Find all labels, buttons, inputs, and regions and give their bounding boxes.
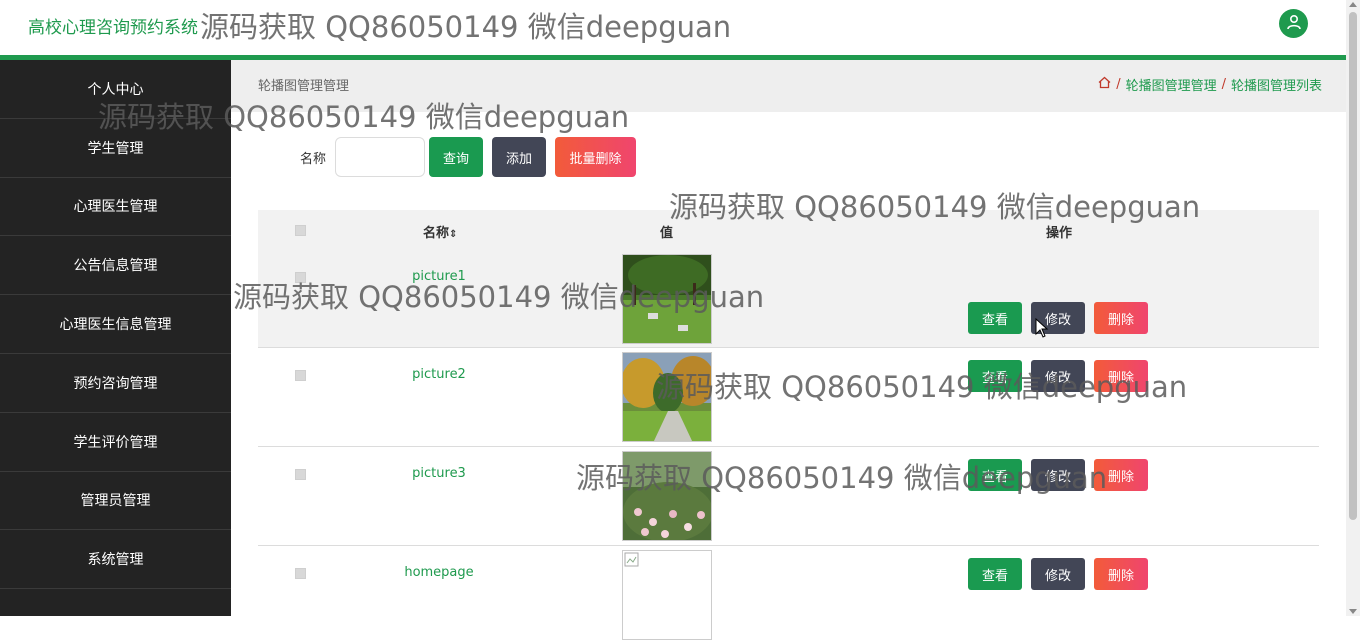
delete-button[interactable]: 删除	[1094, 360, 1148, 392]
sidebar-item-counselor-management[interactable]: 心理医生管理	[0, 178, 231, 237]
sidebar: 个人中心 学生管理 心理医生管理 公告信息管理 心理医生信息管理 预约咨询管理 …	[0, 60, 231, 616]
row-name: picture2	[412, 367, 466, 382]
view-button[interactable]: 查看	[968, 558, 1022, 590]
scroll-down-icon[interactable]	[1349, 609, 1357, 614]
sidebar-item-appointment-management[interactable]: 预约咨询管理	[0, 354, 231, 413]
sidebar-item-label: 系统管理	[87, 552, 144, 569]
sidebar-item-label: 预约咨询管理	[73, 375, 158, 392]
add-button[interactable]: 添加	[492, 137, 546, 177]
top-header: 高校心理咨询预约系统	[0, 0, 1346, 55]
breadcrumb-separator: /	[1116, 77, 1121, 92]
mouse-cursor-icon	[1035, 317, 1049, 342]
banner-table: 名称⇕ 值 操作 picture1 查看 修改 删除 picture2 查看 修…	[258, 210, 1319, 640]
edit-button[interactable]: 修改	[1031, 360, 1085, 392]
breadcrumb-current: 轮播图管理列表	[1230, 79, 1322, 94]
table-row: picture3 查看 修改 删除	[258, 447, 1319, 546]
broken-image-icon	[623, 552, 641, 573]
view-button[interactable]: 查看	[968, 459, 1022, 491]
batch-delete-button[interactable]: 批量删除	[555, 137, 636, 177]
sidebar-item-label: 心理医生管理	[73, 199, 158, 216]
table-row: homepage 查看 修改 删除	[258, 546, 1319, 640]
search-button[interactable]: 查询	[429, 137, 483, 177]
breadcrumb-separator: /	[1221, 77, 1226, 92]
column-header-name[interactable]: 名称⇕	[423, 222, 457, 241]
row-name: picture1	[412, 269, 466, 284]
page-title: 轮播图管理管理	[258, 79, 350, 94]
row-checkbox[interactable]	[295, 370, 306, 381]
breadcrumb-link-banner-management[interactable]: 轮播图管理管理	[1126, 75, 1217, 94]
sidebar-item-student-management[interactable]: 学生管理	[0, 119, 231, 178]
scrollbar-thumb[interactable]	[1349, 12, 1357, 520]
breadcrumb: / 轮播图管理管理 / 轮播图管理列表	[1098, 75, 1322, 94]
row-value-image[interactable]	[622, 352, 712, 442]
sidebar-item-counselor-info-management[interactable]: 心理医生信息管理	[0, 295, 231, 354]
delete-button[interactable]: 删除	[1094, 558, 1148, 590]
sidebar-item-admin-management[interactable]: 管理员管理	[0, 472, 231, 531]
sort-icon: ⇕	[449, 229, 458, 240]
edit-button[interactable]: 修改	[1031, 459, 1085, 491]
column-header-actions: 操作	[1046, 226, 1073, 241]
table-header: 名称⇕ 值 操作	[258, 210, 1319, 250]
search-name-input[interactable]	[335, 137, 425, 177]
delete-button[interactable]: 删除	[1094, 302, 1148, 334]
row-name: picture3	[412, 466, 466, 481]
view-button[interactable]: 查看	[968, 360, 1022, 392]
user-avatar[interactable]	[1279, 9, 1308, 38]
column-header-value: 值	[660, 226, 674, 241]
sidebar-item-label: 公告信息管理	[73, 258, 158, 275]
delete-button[interactable]: 删除	[1094, 459, 1148, 491]
sidebar-item-label: 学生管理	[87, 140, 144, 157]
scroll-up-icon[interactable]	[1349, 2, 1357, 7]
user-icon	[1286, 14, 1302, 34]
row-value-image[interactable]	[622, 550, 712, 640]
app-title: 高校心理咨询预约系统	[28, 18, 198, 38]
sidebar-item-label: 学生评价管理	[73, 434, 158, 451]
sidebar-item-notice-management[interactable]: 公告信息管理	[0, 236, 231, 296]
row-value-image[interactable]	[622, 254, 712, 344]
table-row: picture1 查看 修改 删除	[258, 250, 1319, 348]
view-button[interactable]: 查看	[968, 302, 1022, 334]
breadcrumb-bar: 轮播图管理管理 / 轮播图管理管理 / 轮播图管理列表	[231, 60, 1346, 112]
select-all-checkbox[interactable]	[295, 225, 306, 236]
table-row: picture2 查看 修改 删除	[258, 348, 1319, 447]
edit-button[interactable]: 修改	[1031, 558, 1085, 590]
row-value-image[interactable]	[622, 451, 712, 541]
sidebar-item-label: 心理医生信息管理	[59, 317, 172, 334]
sidebar-item-system-management[interactable]: 系统管理	[0, 530, 231, 590]
row-name: homepage	[404, 565, 474, 580]
home-icon[interactable]	[1098, 76, 1111, 93]
search-name-label: 名称	[300, 152, 327, 167]
sidebar-item-label: 管理员管理	[80, 493, 151, 510]
vertical-scrollbar[interactable]	[1346, 0, 1360, 616]
row-checkbox[interactable]	[295, 568, 306, 579]
row-checkbox[interactable]	[295, 469, 306, 480]
row-checkbox[interactable]	[295, 272, 306, 283]
sidebar-item-evaluation-management[interactable]: 学生评价管理	[0, 413, 231, 472]
sidebar-item-personal-center[interactable]: 个人中心	[0, 60, 231, 119]
sidebar-item-label: 个人中心	[87, 81, 144, 98]
